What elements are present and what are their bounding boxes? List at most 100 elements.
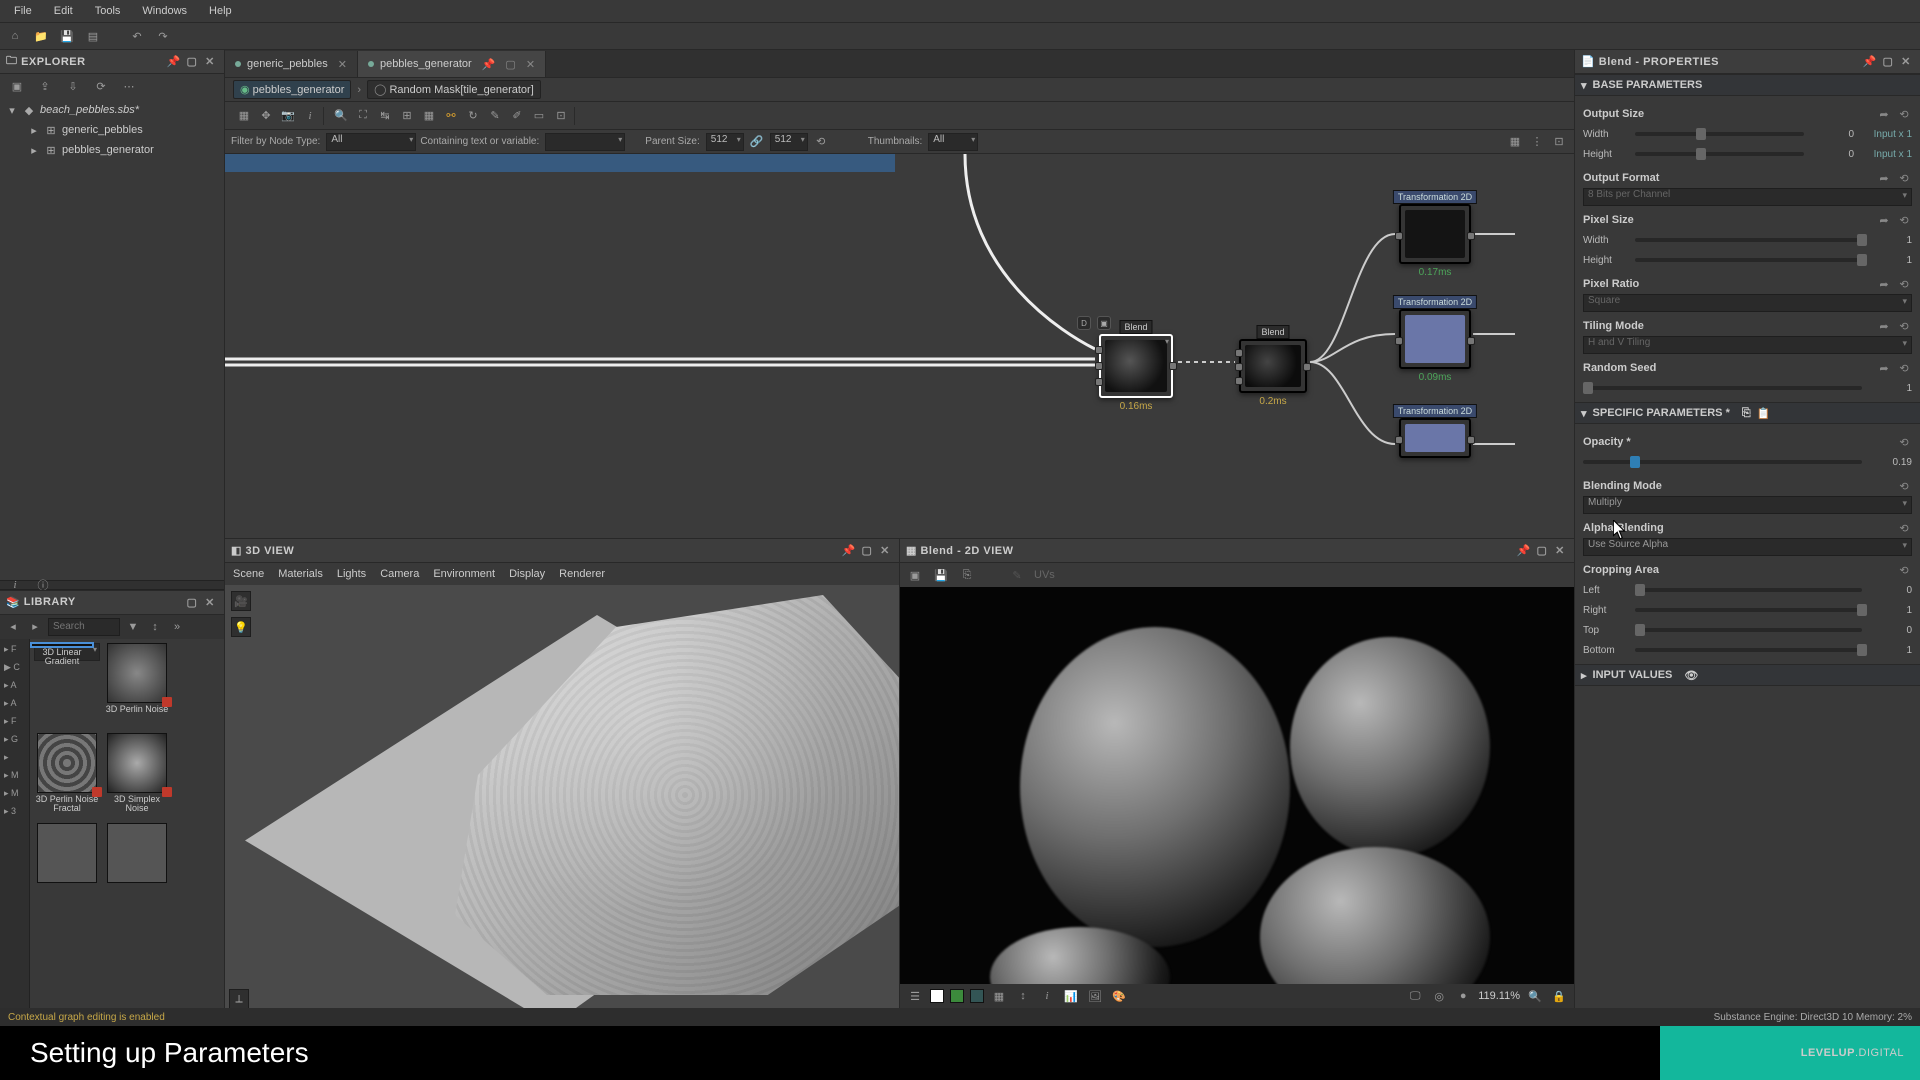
library-item[interactable]: 3D Perlin Noise Fractal <box>34 733 100 819</box>
target-icon[interactable]: ◎ <box>1430 987 1448 1005</box>
ruler-icon[interactable]: ↕ <box>1014 987 1032 1005</box>
select-icon[interactable]: ▦ <box>235 107 253 125</box>
fit-icon[interactable]: ⛶ <box>354 107 372 125</box>
link-param-icon[interactable]: ➦ <box>1876 170 1892 186</box>
library-item[interactable]: 3D Perlin Noise <box>104 643 170 729</box>
ps-height-slider[interactable] <box>1635 258 1862 262</box>
node-graph-canvas[interactable]: D ▣ Blend 0.16ms Blend 0.2ms Transformat… <box>225 154 1574 538</box>
menu-file[interactable]: File <box>4 2 42 20</box>
tab-generic-pebbles[interactable]: generic_pebbles ✕ <box>225 51 358 77</box>
copy-params-icon[interactable]: ⎘ <box>1742 407 1751 420</box>
link-param-icon[interactable]: ➦ <box>1876 276 1892 292</box>
tree-root[interactable]: ▾◆ beach_pebbles.sbs* <box>0 100 224 120</box>
lib-cat[interactable]: ▸ F <box>0 641 29 659</box>
width-slider[interactable] <box>1635 132 1804 136</box>
align-icon[interactable]: ↹ <box>376 107 394 125</box>
paint-icon[interactable]: ✎ <box>1008 566 1026 584</box>
opacity-slider[interactable] <box>1583 460 1862 464</box>
save-icon[interactable]: 💾 <box>932 566 950 584</box>
lib-cat[interactable]: ▸ M <box>0 785 29 803</box>
link-icon[interactable]: ⚯ <box>442 107 460 125</box>
view3d-menu-environment[interactable]: Environment <box>433 568 495 580</box>
close-icon[interactable]: ✕ <box>202 594 218 610</box>
alpha-select[interactable]: Use Source Alpha <box>1583 538 1912 556</box>
layout3-icon[interactable]: ⊡ <box>1550 133 1568 151</box>
lock-icon[interactable]: 🔒 <box>1550 987 1568 1005</box>
reset-size-icon[interactable]: ⟲ <box>812 133 830 151</box>
library-item[interactable] <box>104 823 170 909</box>
menu-tools[interactable]: Tools <box>85 2 131 20</box>
menu-edit[interactable]: Edit <box>44 2 83 20</box>
crop-right-slider[interactable] <box>1635 608 1862 612</box>
open-icon[interactable]: 📁 <box>32 27 50 45</box>
crop-icon[interactable]: ⊡ <box>552 107 570 125</box>
link-icon[interactable]: ⟳ <box>92 77 110 95</box>
eye-icon[interactable]: 👁 <box>1684 669 1698 682</box>
more-icon[interactable]: ⋯ <box>120 77 138 95</box>
view3d-menu-renderer[interactable]: Renderer <box>559 568 605 580</box>
node-blend-selected[interactable]: D ▣ Blend 0.16ms <box>1099 334 1173 398</box>
menu-help[interactable]: Help <box>199 2 242 20</box>
crop-bottom-slider[interactable] <box>1635 648 1862 652</box>
random-seed-slider[interactable] <box>1583 386 1862 390</box>
library-item[interactable]: 3D Simplex Noise <box>104 733 170 819</box>
link-param-icon[interactable]: ➦ <box>1876 360 1892 376</box>
info-icon[interactable]: i <box>301 107 319 125</box>
lib-cat[interactable]: ▸ G <box>0 731 29 749</box>
node-transformation[interactable]: Transformation 2D 0.17ms <box>1399 204 1471 264</box>
picker-icon[interactable]: 🖼 <box>1086 987 1104 1005</box>
crop-left-slider[interactable] <box>1635 588 1862 592</box>
export-icon[interactable]: ⇩ <box>64 77 82 95</box>
refresh-icon[interactable]: ↻ <box>464 107 482 125</box>
pixel-ratio-select[interactable]: Square <box>1583 294 1912 312</box>
ps-height-value[interactable]: 1 <box>1868 255 1912 266</box>
crop-top-slider[interactable] <box>1635 628 1862 632</box>
fwd-icon[interactable]: ▸ <box>26 618 44 636</box>
maximize-icon[interactable]: ▢ <box>184 54 200 70</box>
new-pkg-icon[interactable]: ▣ <box>8 77 26 95</box>
crop-top-value[interactable]: 0 <box>1868 625 1912 636</box>
maximize-icon[interactable]: ▢ <box>859 543 875 559</box>
tree-item-generic[interactable]: ▸⊞ generic_pebbles <box>0 120 224 140</box>
link-param-icon[interactable]: ➦ <box>1876 106 1892 122</box>
view3d-menu-scene[interactable]: Scene <box>233 568 264 580</box>
tiling-select[interactable]: H and V Tiling <box>1583 336 1912 354</box>
layers-icon[interactable]: ☰ <box>906 987 924 1005</box>
node-transformation[interactable]: Transformation 2D 0.09ms <box>1399 309 1471 369</box>
grid-icon[interactable]: ▦ <box>420 107 438 125</box>
tab-pebbles-generator[interactable]: pebbles_generator 📌 ▢ ✕ <box>358 51 546 77</box>
library-search-input[interactable] <box>48 618 120 636</box>
chip-white[interactable] <box>930 989 944 1003</box>
snap-icon[interactable]: ⊞ <box>398 107 416 125</box>
contain-select[interactable] <box>545 133 625 151</box>
reset-param-icon[interactable]: ⟲ <box>1896 478 1912 494</box>
maximize-icon[interactable]: ▢ <box>184 594 200 610</box>
close-icon[interactable]: ✕ <box>1552 543 1568 559</box>
save-all-icon[interactable]: ▤ <box>84 27 102 45</box>
sort-icon[interactable]: ↕ <box>146 618 164 636</box>
crumb-root[interactable]: ◉ pebbles_generator <box>233 80 351 99</box>
import-icon[interactable]: ⇪ <box>36 77 54 95</box>
close-icon[interactable]: ✕ <box>202 54 218 70</box>
node-blend[interactable]: Blend 0.2ms <box>1239 339 1307 393</box>
new-icon[interactable]: ▣ <box>906 566 924 584</box>
reset-param-icon[interactable]: ⟲ <box>1896 170 1912 186</box>
opacity-value[interactable]: 0.19 <box>1868 457 1912 468</box>
height-link[interactable]: Input x 1 <box>1860 149 1912 160</box>
width-link[interactable]: Input x 1 <box>1860 129 1912 140</box>
layout1-icon[interactable]: ▦ <box>1506 133 1524 151</box>
layout2-icon[interactable]: ⋮ <box>1528 133 1546 151</box>
redo-icon[interactable]: ↷ <box>154 27 172 45</box>
reset-param-icon[interactable]: ⟲ <box>1896 562 1912 578</box>
pin-icon[interactable]: 📌 <box>166 54 182 70</box>
parent-y-select[interactable]: 512 <box>770 133 808 151</box>
link-size-icon[interactable]: 🔗 <box>748 133 766 151</box>
zoom-icon[interactable]: 🔍 <box>332 107 350 125</box>
reset-param-icon[interactable]: ⟲ <box>1896 520 1912 536</box>
camera-icon[interactable]: 📷 <box>279 107 297 125</box>
height-value[interactable]: 0 <box>1810 149 1854 160</box>
blend-mode-select[interactable]: Multiply <box>1583 496 1912 514</box>
monitor-icon[interactable]: 🖵 <box>1406 987 1424 1005</box>
chip-teal[interactable] <box>970 989 984 1003</box>
base-params-header[interactable]: ▾ BASE PARAMETERS <box>1575 74 1920 96</box>
